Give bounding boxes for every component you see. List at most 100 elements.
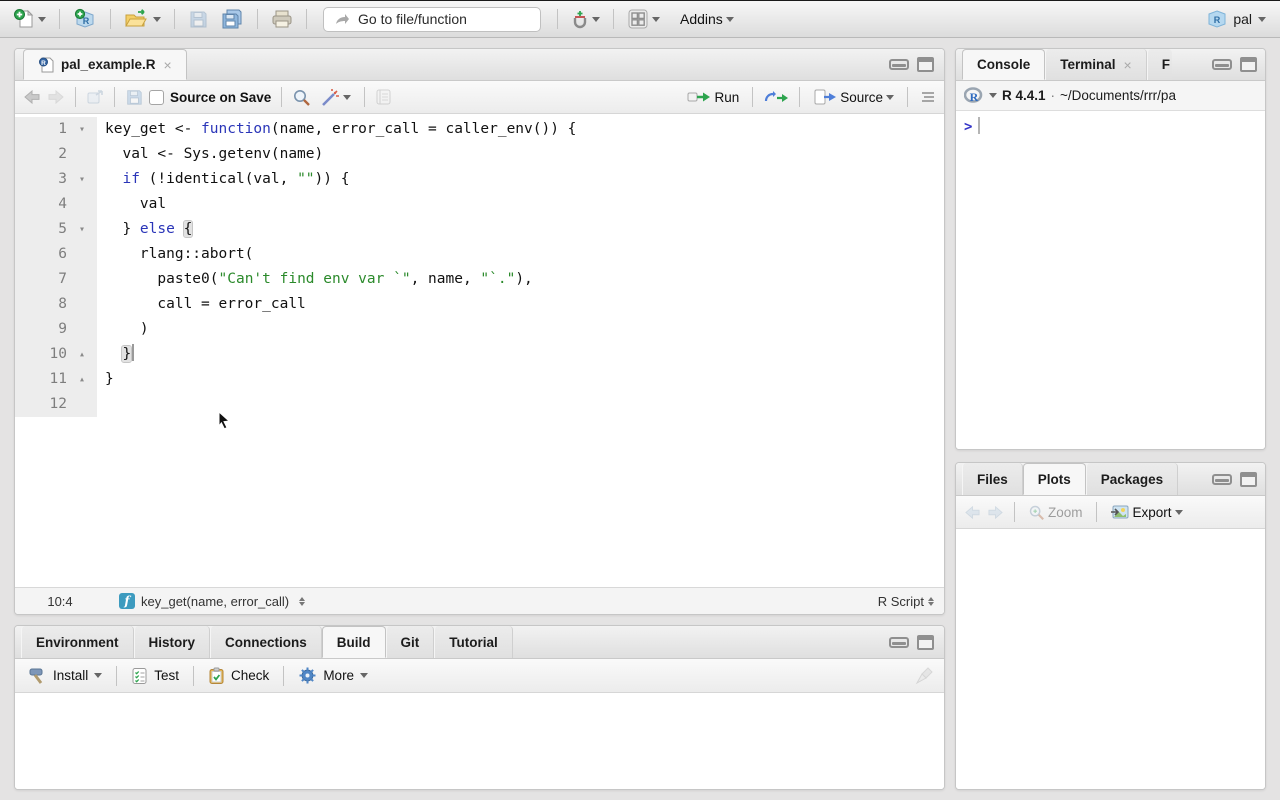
fold-down-icon[interactable]: ▾: [71, 117, 93, 142]
tab-environment[interactable]: Environment: [21, 626, 134, 658]
line-gutter[interactable]: 2: [15, 142, 97, 167]
code-line[interactable]: 12: [15, 392, 944, 417]
install-button[interactable]: Install: [23, 665, 106, 687]
tab-console[interactable]: Console: [962, 49, 1045, 80]
code-line[interactable]: 6 rlang::abort(: [15, 242, 944, 267]
export-plot-button[interactable]: Export: [1107, 502, 1186, 522]
fold-down-icon[interactable]: ▾: [71, 217, 93, 242]
save-file-icon[interactable]: [125, 88, 143, 106]
line-gutter[interactable]: 7: [15, 267, 97, 292]
maximize-pane-icon[interactable]: [1240, 472, 1257, 487]
function-context-selector[interactable]: f key_get(name, error_call): [119, 593, 305, 609]
version-control-caret-icon[interactable]: [592, 17, 600, 22]
code-line[interactable]: 8 call = error_call: [15, 292, 944, 317]
tab-history[interactable]: History: [134, 626, 211, 658]
minimize-pane-icon[interactable]: [889, 637, 909, 648]
line-gutter[interactable]: 10▴: [15, 342, 97, 367]
svg-text:R: R: [970, 90, 979, 104]
tab-packages[interactable]: Packages: [1086, 463, 1178, 495]
rerun-icon[interactable]: [763, 90, 789, 105]
next-plot-icon[interactable]: [987, 505, 1004, 520]
line-gutter[interactable]: 5▾: [15, 217, 97, 242]
line-gutter[interactable]: 8: [15, 292, 97, 317]
addins-button[interactable]: Addins: [677, 9, 737, 29]
line-gutter[interactable]: 11▴: [15, 367, 97, 392]
line-gutter[interactable]: 9: [15, 317, 97, 342]
plots-content[interactable]: [956, 529, 1265, 789]
tab-build[interactable]: Build: [322, 626, 386, 658]
open-recent-caret-icon[interactable]: [153, 17, 161, 22]
new-file-button[interactable]: [10, 6, 49, 32]
terminal-close-icon[interactable]: ×: [1124, 57, 1132, 73]
doc-type-selector[interactable]: R Script: [878, 594, 934, 609]
line-gutter[interactable]: 3▾: [15, 167, 97, 192]
open-file-button[interactable]: [121, 6, 164, 32]
code-line[interactable]: 5▾ } else {: [15, 217, 944, 242]
maximize-pane-icon[interactable]: [917, 635, 934, 650]
pane-layout-button[interactable]: [624, 6, 663, 32]
fold-up-icon[interactable]: ▴: [71, 367, 93, 392]
back-icon[interactable]: [23, 89, 41, 105]
new-file-dropdown-caret-icon[interactable]: [38, 17, 46, 22]
tab-background-jobs[interactable]: F: [1147, 49, 1172, 80]
addins-label: Addins: [680, 11, 723, 27]
forward-icon[interactable]: [47, 89, 65, 105]
r-version-caret-icon[interactable]: [989, 93, 997, 98]
code-editor[interactable]: 1▾key_get <- function(name, error_call =…: [15, 114, 944, 587]
console-output[interactable]: >: [956, 111, 1265, 449]
code-line[interactable]: 3▾ if (!identical(val, "")) {: [15, 167, 944, 192]
fold-up-icon[interactable]: ▴: [71, 342, 93, 367]
project-menu-button[interactable]: R pal: [1207, 9, 1270, 29]
clear-broom-icon[interactable]: [914, 666, 936, 686]
line-gutter[interactable]: 6: [15, 242, 97, 267]
maximize-pane-icon[interactable]: [1240, 57, 1257, 72]
tab-plots[interactable]: Plots: [1023, 463, 1086, 495]
new-project-button[interactable]: R: [70, 6, 100, 32]
pane-layout-caret-icon[interactable]: [652, 17, 660, 22]
line-gutter[interactable]: 4: [15, 192, 97, 217]
code-line[interactable]: 9 ): [15, 317, 944, 342]
print-button[interactable]: [268, 7, 296, 31]
run-button[interactable]: Run: [684, 88, 742, 107]
code-line[interactable]: 1▾key_get <- function(name, error_call =…: [15, 117, 944, 142]
code-line[interactable]: 7 paste0("Can't find env var `", name, "…: [15, 267, 944, 292]
code-tools-button[interactable]: [317, 86, 354, 109]
code-line[interactable]: 4 val: [15, 192, 944, 217]
popout-window-icon[interactable]: [86, 89, 104, 105]
document-outline-icon[interactable]: [918, 90, 936, 105]
test-button[interactable]: Test: [127, 665, 183, 687]
maximize-pane-icon[interactable]: [917, 57, 934, 72]
editor-tab-pal-example[interactable]: R pal_example.R ×: [23, 49, 187, 80]
working-directory[interactable]: ~/Documents/rrr/pa: [1060, 88, 1176, 103]
tab-files[interactable]: Files: [962, 463, 1023, 495]
minimize-pane-icon[interactable]: [889, 59, 909, 70]
tab-close-icon[interactable]: ×: [164, 57, 172, 73]
minimize-pane-icon[interactable]: [1212, 59, 1232, 70]
line-gutter[interactable]: 1▾: [15, 117, 97, 142]
code-line[interactable]: 2 val <- Sys.getenv(name): [15, 142, 944, 167]
code-line[interactable]: 10▴ }: [15, 342, 944, 367]
previous-plot-icon[interactable]: [964, 505, 981, 520]
check-button[interactable]: Check: [204, 665, 273, 687]
tab-connections[interactable]: Connections: [210, 626, 322, 658]
tab-git[interactable]: Git: [386, 626, 435, 658]
print-icon: [271, 9, 293, 29]
code-line[interactable]: 11▴}: [15, 367, 944, 392]
save-all-button[interactable]: [217, 6, 247, 32]
tab-terminal[interactable]: Terminal ×: [1045, 49, 1146, 80]
find-replace-icon[interactable]: [292, 88, 311, 107]
source-on-save-checkbox[interactable]: [149, 90, 164, 105]
version-control-button[interactable]: [568, 7, 603, 31]
fold-down-icon[interactable]: ▾: [71, 167, 93, 192]
line-gutter[interactable]: 12: [15, 392, 97, 417]
more-button[interactable]: More: [294, 664, 372, 687]
minimize-pane-icon[interactable]: [1212, 474, 1232, 485]
build-content[interactable]: [15, 693, 944, 789]
source-button[interactable]: Source: [810, 87, 897, 107]
compile-report-icon[interactable]: [375, 88, 392, 106]
zoom-plot-button[interactable]: Zoom: [1025, 502, 1086, 523]
project-icon: R: [1207, 9, 1227, 29]
tab-tutorial[interactable]: Tutorial: [434, 626, 513, 658]
save-button[interactable]: [185, 7, 211, 31]
goto-file-function-input[interactable]: Go to file/function: [323, 7, 541, 32]
